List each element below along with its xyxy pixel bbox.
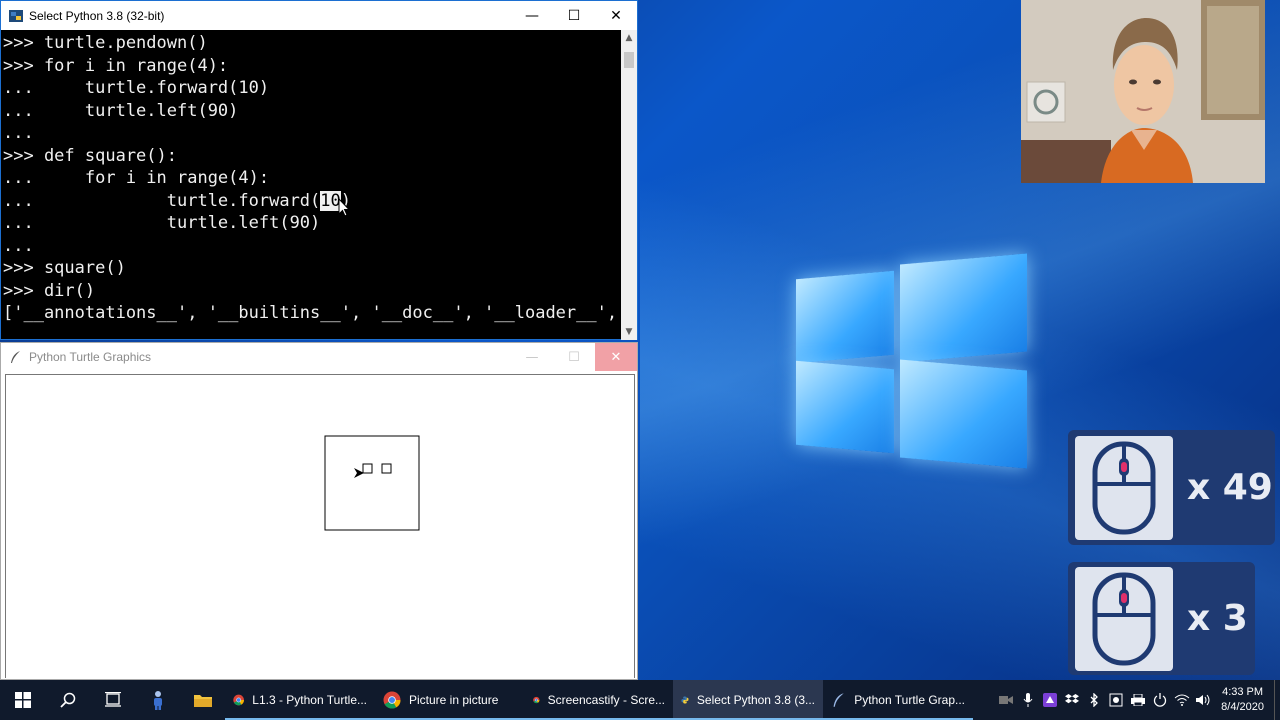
wifi-icon[interactable] (1171, 680, 1193, 720)
folder-icon (193, 695, 212, 707)
webcam-overlay (1021, 0, 1265, 183)
turtle-maximize-button[interactable]: ☐ (553, 343, 595, 371)
console-line: >>> turtle.pendown() (3, 33, 208, 53)
dropbox-icon[interactable] (1061, 680, 1083, 720)
feather-icon (833, 693, 844, 707)
task-view-button[interactable] (90, 680, 135, 720)
turtle-titlebar[interactable]: Python Turtle Graphics — ☐ ✕ (1, 343, 637, 371)
bluetooth-icon[interactable] (1083, 680, 1105, 720)
scroll-down-arrow-icon[interactable]: ▼ (621, 324, 637, 340)
mouse-right-card (1075, 566, 1173, 671)
taskbar-app-label: Picture in picture (409, 693, 499, 707)
taskbar-app-label: Python Turtle Grap... (854, 693, 965, 707)
left-click-counter: x 49 (1068, 430, 1275, 545)
chrome-icon (383, 691, 401, 709)
mouse-left-card (1075, 435, 1173, 540)
console-line: ... turtle.left(90) (3, 100, 239, 121)
feather-icon (11, 351, 20, 363)
minimize-button[interactable]: — (511, 1, 553, 30)
taskbar: L1.3 - Python Turtle... Picture in pictu… (0, 680, 1280, 720)
start-button[interactable] (0, 680, 45, 720)
console-output[interactable]: >>> turtle.pendown() >>> for i in range(… (1, 30, 623, 340)
show-desktop-button[interactable] (1274, 680, 1280, 720)
console-line: >>> def square(): (3, 145, 177, 166)
taskbar-app-chrome-2[interactable]: Picture in picture (375, 680, 525, 720)
search-icon (59, 692, 75, 708)
chrome-icon (533, 696, 540, 704)
turtle-title: Python Turtle Graphics (29, 350, 152, 364)
console-scrollbar[interactable]: ▲ ▼ (621, 30, 637, 340)
microphone-icon[interactable] (1017, 680, 1039, 720)
maximize-button[interactable]: ☐ (553, 1, 595, 30)
console-line: ... (3, 235, 34, 256)
scroll-up-arrow-icon[interactable]: ▲ (621, 30, 637, 46)
person-icon (153, 691, 162, 710)
windows-logo (796, 243, 1027, 479)
taskbar-app-label: L1.3 - Python Turtle... (252, 693, 367, 707)
right-click-counter: x 3 (1068, 562, 1255, 675)
python-icon (9, 9, 23, 22)
console-line: ... turtle.forward(10) (3, 78, 270, 98)
scroll-thumb[interactable] (624, 52, 634, 68)
console-line: ... turtle.forward( (3, 190, 321, 211)
clock-time: 4:33 PM (1222, 686, 1264, 698)
clock-date: 8/4/2020 (1221, 701, 1264, 713)
mouse-icon (1092, 572, 1156, 665)
settings-tray-icon[interactable] (1105, 680, 1127, 720)
system-tray: 4:33 PM 8/4/2020 (995, 680, 1280, 720)
task-view-icon (104, 692, 121, 707)
turtle-minimize-button[interactable]: — (511, 343, 553, 371)
search-button[interactable] (45, 680, 90, 720)
app-tray-icon[interactable] (1039, 680, 1061, 720)
console-line: ['__annotations__', '__builtins__', '__d… (3, 303, 618, 323)
taskbar-app-chrome-3[interactable]: Screencastify - Scre... (525, 680, 673, 720)
taskbar-app-python[interactable]: Select Python 3.8 (3... (673, 680, 823, 720)
right-click-count: x 3 (1187, 598, 1248, 639)
taskbar-app-turtle[interactable]: Python Turtle Grap... (823, 680, 973, 720)
webcam-person-image (1021, 0, 1265, 183)
power-icon[interactable] (1149, 680, 1171, 720)
mouse-icon (1092, 441, 1156, 534)
windows-start-icon (14, 692, 31, 708)
close-button[interactable]: ✕ (595, 1, 637, 30)
mouse-cursor-icon (338, 198, 351, 217)
left-click-count: x 49 (1187, 467, 1273, 508)
chrome-icon (233, 694, 244, 706)
console-line: ... turtle.left(90) (3, 213, 321, 233)
console-title: Select Python 3.8 (32-bit) (29, 8, 165, 23)
pinned-app[interactable] (135, 680, 180, 720)
volume-icon[interactable] (1193, 680, 1215, 720)
console-line: >>> for i in range(4): (3, 55, 229, 76)
turtle-close-button[interactable]: ✕ (595, 343, 637, 371)
taskbar-app-chrome-1[interactable]: L1.3 - Python Turtle... (225, 680, 375, 720)
console-line: >>> square() (3, 258, 126, 278)
camera-icon[interactable] (995, 680, 1017, 720)
printer-icon[interactable] (1127, 680, 1149, 720)
console-titlebar[interactable]: Select Python 3.8 (32-bit) — ☐ ✕ (1, 1, 637, 30)
turtle-canvas[interactable] (5, 374, 635, 678)
console-line: >>> dir() (3, 280, 96, 301)
taskbar-clock[interactable]: 4:33 PM 8/4/2020 (1221, 685, 1264, 715)
console-line: ... for i in range(4): (3, 168, 270, 188)
python-console-window[interactable]: Select Python 3.8 (32-bit) — ☐ ✕ >>> tur… (0, 0, 638, 340)
taskbar-app-label: Screencastify - Scre... (547, 693, 665, 707)
turtle-drawing (324, 435, 420, 531)
taskbar-app-label: Select Python 3.8 (3... (696, 693, 815, 707)
file-explorer-button[interactable] (180, 680, 225, 720)
turtle-graphics-window[interactable]: Python Turtle Graphics — ☐ ✕ (0, 342, 638, 680)
python-icon (681, 696, 689, 704)
console-line: ... (3, 123, 34, 143)
